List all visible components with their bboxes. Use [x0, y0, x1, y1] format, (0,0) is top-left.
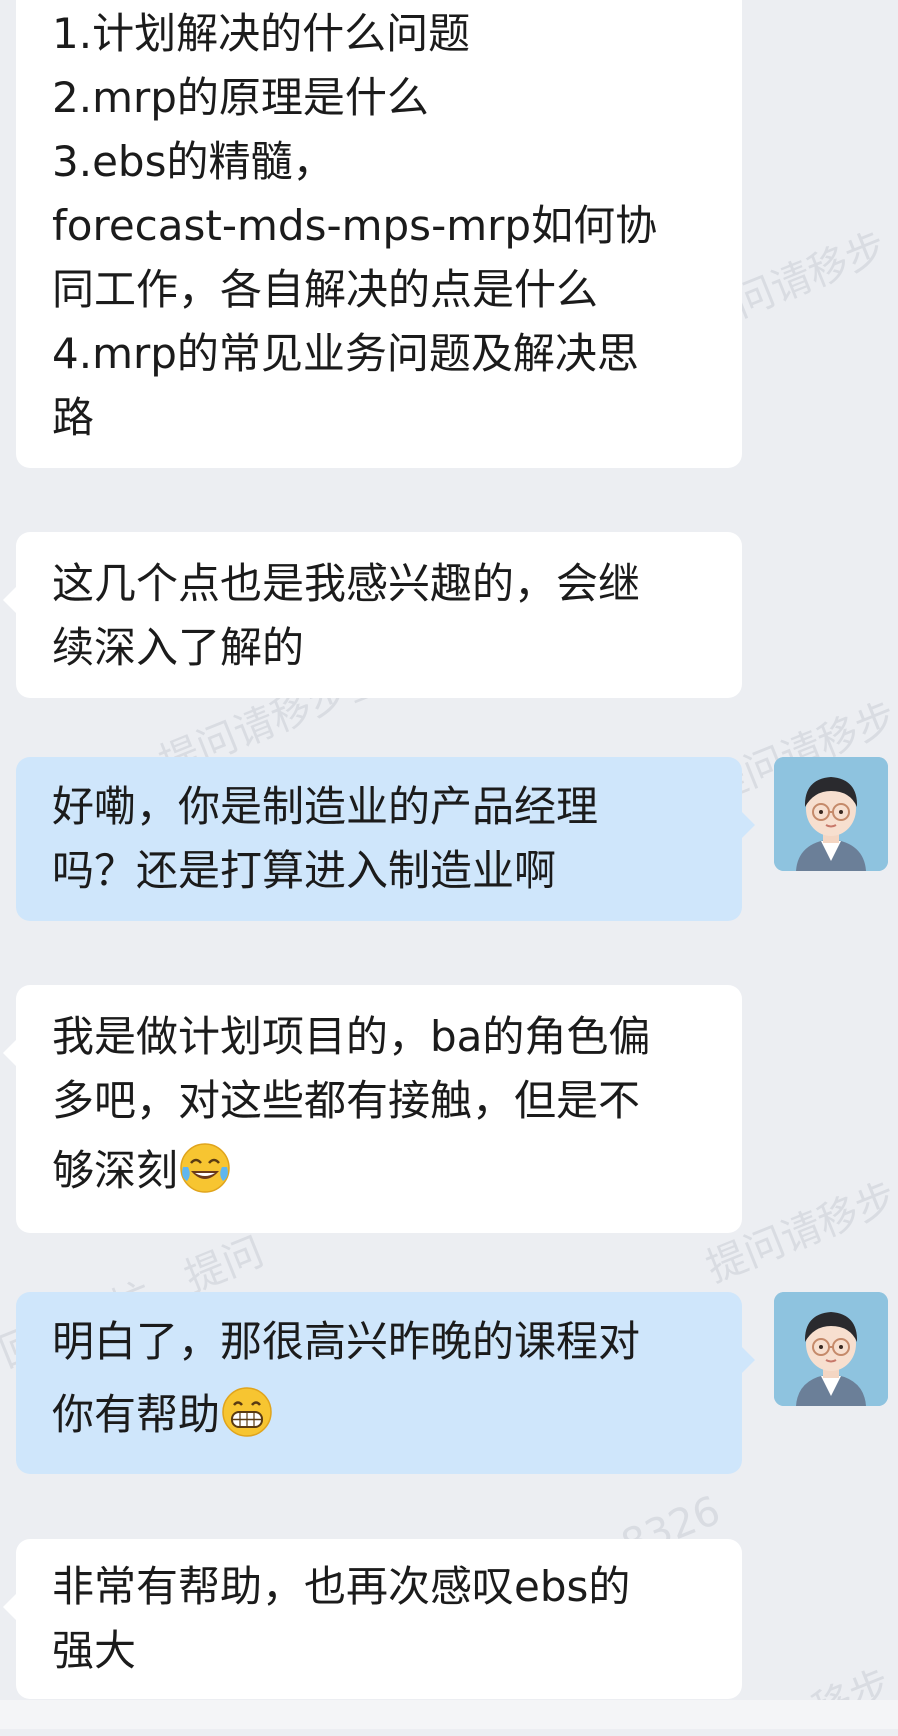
- message-line: 够深刻: [52, 1133, 718, 1209]
- message-text: 你有帮助: [52, 1390, 221, 1439]
- chat-message-incoming[interactable]: 非常有帮助，也再次感叹ebs的 强大: [3, 1539, 742, 1699]
- message-line: 同工作，各自解决的点是什么: [52, 265, 599, 314]
- avatar-portrait-icon: [774, 757, 888, 871]
- chat-message-incoming[interactable]: 我是做计划项目的，ba的角色偏 多吧，对这些都有接触，但是不 够深刻: [3, 985, 742, 1233]
- avatar-portrait-icon: [774, 1292, 888, 1406]
- message-line: 明白了，那很高兴昨晚的课程对: [52, 1317, 641, 1366]
- message-line: 我是做计划项目的，ba的角色偏: [52, 1012, 651, 1061]
- message-line: 这几个点也是我感兴趣的，会继: [52, 559, 641, 608]
- message-line: 你有帮助: [52, 1374, 718, 1456]
- message-line: 吗？还是打算进入制造业啊: [52, 846, 557, 895]
- bottom-bar: [0, 1700, 898, 1729]
- message-line: forecast-mds-mps-mrp如何协: [52, 201, 658, 250]
- message-line: 多吧，对这些都有接触，但是不: [52, 1076, 641, 1125]
- message-line: 强大: [52, 1626, 137, 1675]
- message-line: 4.mrp的常见业务问题及解决思: [52, 329, 639, 378]
- message-line: 3.ebs的精髓，: [52, 137, 335, 186]
- user-avatar[interactable]: [774, 757, 888, 871]
- chat-message-outgoing[interactable]: 好嘞，你是制造业的产品经理 吗？还是打算进入制造业啊: [16, 757, 755, 921]
- message-line: 续深入了解的: [52, 623, 305, 672]
- user-avatar[interactable]: [774, 1292, 888, 1406]
- chat-message-incoming[interactable]: 1.计划解决的什么问题 2.mrp的原理是什么 3.ebs的精髓， foreca…: [16, 0, 742, 468]
- tears-of-joy-emoji: [178, 1141, 232, 1195]
- chat-message-incoming[interactable]: 这几个点也是我感兴趣的，会继 续深入了解的: [3, 532, 742, 698]
- message-line: 路: [52, 393, 95, 442]
- message-text: 够深刻: [52, 1146, 179, 1195]
- message-line: 1.计划解决的什么问题: [52, 9, 471, 58]
- grin-emoji: [220, 1384, 274, 1438]
- chat-message-outgoing[interactable]: 明白了，那很高兴昨晚的课程对 你有帮助: [16, 1292, 755, 1474]
- message-line: 2.mrp的原理是什么: [52, 73, 429, 122]
- message-line: 好嘞，你是制造业的产品经理: [52, 782, 599, 831]
- message-line: 非常有帮助，也再次感叹ebs的: [52, 1562, 631, 1611]
